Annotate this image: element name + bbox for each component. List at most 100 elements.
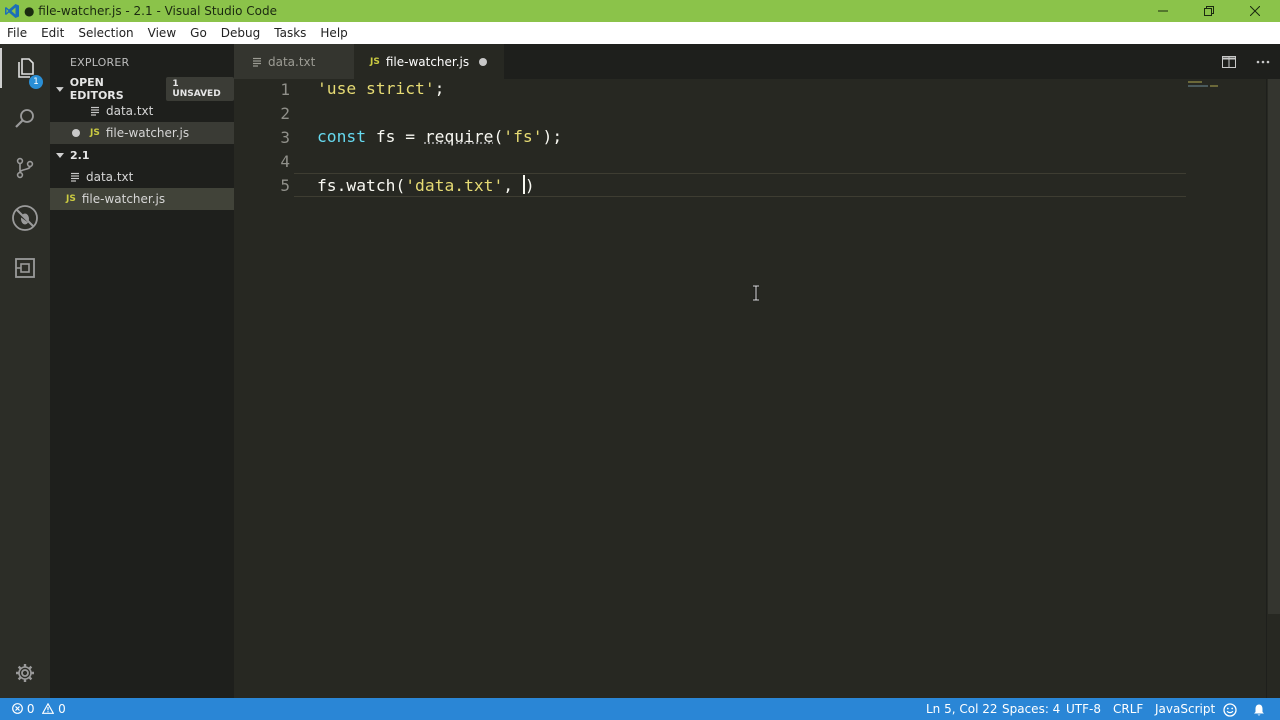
i-beam-cursor-icon xyxy=(753,285,759,301)
folder-header[interactable]: 2.1 xyxy=(50,144,234,166)
line-number: 3 xyxy=(280,128,290,147)
unsaved-dot-icon[interactable] xyxy=(72,129,80,137)
caret-down-icon xyxy=(56,87,64,92)
window-title: ● file-watcher.js - 2.1 - Visual Studio … xyxy=(24,4,277,18)
close-window-button[interactable] xyxy=(1232,0,1278,22)
line-ending[interactable]: CRLF xyxy=(1113,698,1143,720)
punctuation-token: ); xyxy=(542,127,563,146)
text-file-icon xyxy=(71,172,79,182)
open-editors-header[interactable]: OPEN EDITORS 1 UNSAVED xyxy=(50,76,235,102)
source-control-icon xyxy=(16,157,34,179)
punctuation-token: ( xyxy=(395,176,406,195)
warning-count: 0 xyxy=(58,702,66,716)
feedback-button[interactable] xyxy=(1223,702,1237,717)
debug-icon xyxy=(12,205,38,231)
explorer-view-button[interactable]: 1 xyxy=(0,48,50,89)
language-mode[interactable]: JavaScript xyxy=(1155,698,1215,720)
keyword-token: const xyxy=(317,127,367,146)
error-count: 0 xyxy=(26,702,35,716)
more-actions-button[interactable] xyxy=(1256,44,1270,79)
string-token: 'use strict' xyxy=(317,79,435,98)
tab-data-txt[interactable]: data.txt xyxy=(234,44,354,79)
menu-file[interactable]: File xyxy=(0,22,34,44)
open-editor-label: file-watcher.js xyxy=(105,126,190,140)
menu-tasks[interactable]: Tasks xyxy=(267,22,313,44)
menu-go[interactable]: Go xyxy=(183,22,214,44)
notifications-button[interactable] xyxy=(1252,702,1266,716)
punctuation-token: ( xyxy=(493,127,504,146)
variable-token: fs xyxy=(366,127,406,146)
text-file-icon xyxy=(91,106,99,116)
menu-view[interactable]: View xyxy=(141,22,183,44)
smiley-icon xyxy=(1223,703,1237,717)
menu-debug[interactable]: Debug xyxy=(214,22,267,44)
folder-label: 2.1 xyxy=(70,148,90,162)
punctuation-token: . xyxy=(336,176,347,195)
operator-token: = xyxy=(405,127,416,146)
open-editor-item-file-watcher[interactable]: JS file-watcher.js xyxy=(50,122,234,144)
code-line-5[interactable]: fs.watch('data.txt', ) xyxy=(317,175,535,195)
more-icon xyxy=(1256,60,1270,63)
encoding[interactable]: UTF-8 xyxy=(1066,698,1101,720)
manage-button[interactable] xyxy=(0,653,50,693)
problems-indicator[interactable]: 0 0 xyxy=(12,698,66,720)
line-number: 1 xyxy=(280,80,290,99)
menu-help[interactable]: Help xyxy=(313,22,354,44)
file-label: data.txt xyxy=(86,170,134,184)
menu-edit[interactable]: Edit xyxy=(34,22,71,44)
search-view-button[interactable] xyxy=(0,98,50,138)
warning-icon xyxy=(42,702,55,714)
js-file-icon: JS xyxy=(370,56,380,67)
unsaved-badge: 1 UNSAVED xyxy=(166,77,235,101)
line-number: 2 xyxy=(280,104,290,123)
variable-token: fs xyxy=(317,176,337,195)
scrollbar-thumb[interactable] xyxy=(1268,79,1280,614)
string-token: 'fs' xyxy=(503,127,543,146)
text-file-icon xyxy=(253,57,261,67)
open-editor-label: data.txt xyxy=(106,104,154,118)
string-token: 'data.txt' xyxy=(405,176,504,195)
js-file-icon: JS xyxy=(90,128,100,138)
minimize-icon xyxy=(1158,10,1168,12)
status-bar: 0 0 Ln 5, Col 22 Spaces: 4 UTF-8 CRLF Ja… xyxy=(0,698,1280,720)
cursor-position[interactable]: Ln 5, Col 22 xyxy=(926,698,998,720)
open-editor-item-data-txt[interactable]: data.txt xyxy=(50,100,234,122)
bell-icon xyxy=(1254,704,1264,716)
tab-file-watcher[interactable]: JS file-watcher.js xyxy=(354,44,504,79)
punctuation-token: ) xyxy=(524,176,535,195)
vscode-logo-icon xyxy=(5,4,19,18)
split-editor-button[interactable] xyxy=(1222,44,1236,79)
restore-icon xyxy=(1204,6,1214,16)
unsaved-dot-icon[interactable] xyxy=(479,57,488,66)
punctuation-token: ; xyxy=(434,79,445,98)
file-item-file-watcher[interactable]: JS file-watcher.js xyxy=(50,188,234,210)
close-icon xyxy=(1250,6,1260,16)
extensions-icon xyxy=(15,258,35,278)
restore-button[interactable] xyxy=(1186,0,1232,22)
search-icon xyxy=(15,109,34,128)
file-item-data-txt[interactable]: data.txt xyxy=(50,166,234,188)
indentation[interactable]: Spaces: 4 xyxy=(1002,698,1060,720)
code-editor[interactable]: 1 2 3 4 5 'use strict'; const fs = requi… xyxy=(234,79,1280,698)
code-line-1[interactable]: 'use strict'; xyxy=(317,79,444,98)
tab-label: file-watcher.js xyxy=(385,54,470,69)
code-line-3[interactable]: const fs = require('fs'); xyxy=(317,127,562,146)
activity-bar: 1 xyxy=(0,44,50,698)
error-icon xyxy=(12,703,23,714)
extensions-view-button[interactable] xyxy=(0,248,50,288)
line-number: 5 xyxy=(280,176,290,195)
debug-view-button[interactable] xyxy=(0,198,50,238)
title-bar: ● file-watcher.js - 2.1 - Visual Studio … xyxy=(0,0,1280,22)
function-token: require xyxy=(424,127,494,146)
source-control-view-button[interactable] xyxy=(0,148,50,188)
line-number: 4 xyxy=(280,152,290,171)
punctuation-token: , xyxy=(503,176,523,195)
minimize-button[interactable] xyxy=(1140,0,1186,22)
explorer-badge: 1 xyxy=(29,75,43,89)
menu-selection[interactable]: Selection xyxy=(71,22,140,44)
minimap-line xyxy=(1188,85,1208,87)
editor-tab-bar: data.txt JS file-watcher.js xyxy=(234,44,1280,79)
explorer-sidebar: EXPLORER OPEN EDITORS 1 UNSAVED data.txt… xyxy=(50,44,235,698)
minimap-line xyxy=(1188,81,1202,83)
